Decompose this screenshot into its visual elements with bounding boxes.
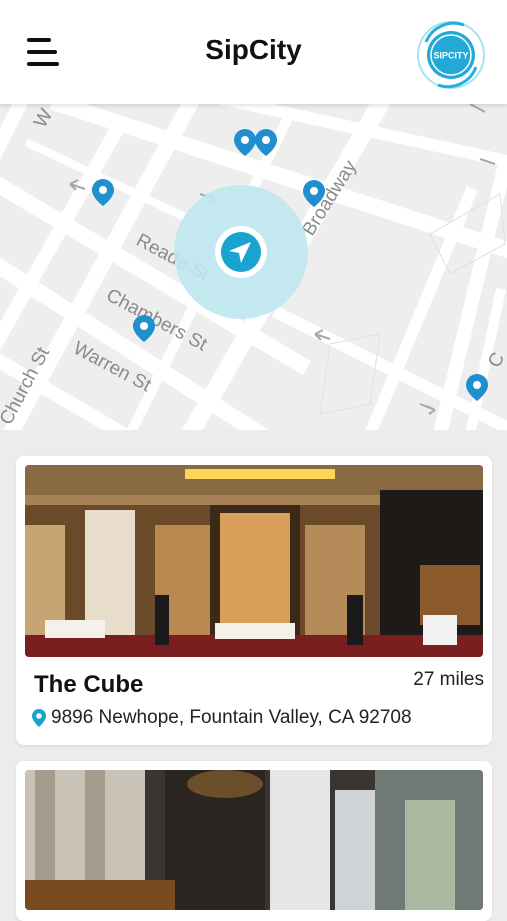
app-header: SipCity SIPCITY [0, 0, 507, 104]
venue-card[interactable] [16, 761, 492, 921]
map-pin-icon[interactable] [133, 315, 155, 342]
venue-name: The Cube [34, 671, 144, 698]
navigation-arrow-icon[interactable] [215, 226, 267, 278]
map-pin-icon[interactable] [466, 374, 488, 401]
logo-text: SIPCITY [433, 51, 468, 61]
map-pin-icon[interactable] [234, 129, 256, 156]
venue-address: 9896 Newhope, Fountain Valley, CA 92708 [51, 707, 412, 728]
map-pin-icon[interactable] [92, 179, 114, 206]
venue-card[interactable]: The Cube 27 miles 9896 Newhope, Fountain… [16, 456, 492, 745]
venue-address-row: 9896 Newhope, Fountain Valley, CA 92708 [32, 707, 412, 729]
venue-photo [25, 465, 483, 657]
location-pin-icon [32, 709, 46, 727]
map-view[interactable]: Reade St Chambers St Warren St Church St… [0, 104, 507, 430]
street-map: Reade St Chambers St Warren St Church St… [0, 104, 507, 430]
venue-photo [25, 770, 483, 910]
venue-distance: 27 miles [413, 669, 484, 690]
sipcity-logo[interactable]: SIPCITY [416, 20, 486, 90]
